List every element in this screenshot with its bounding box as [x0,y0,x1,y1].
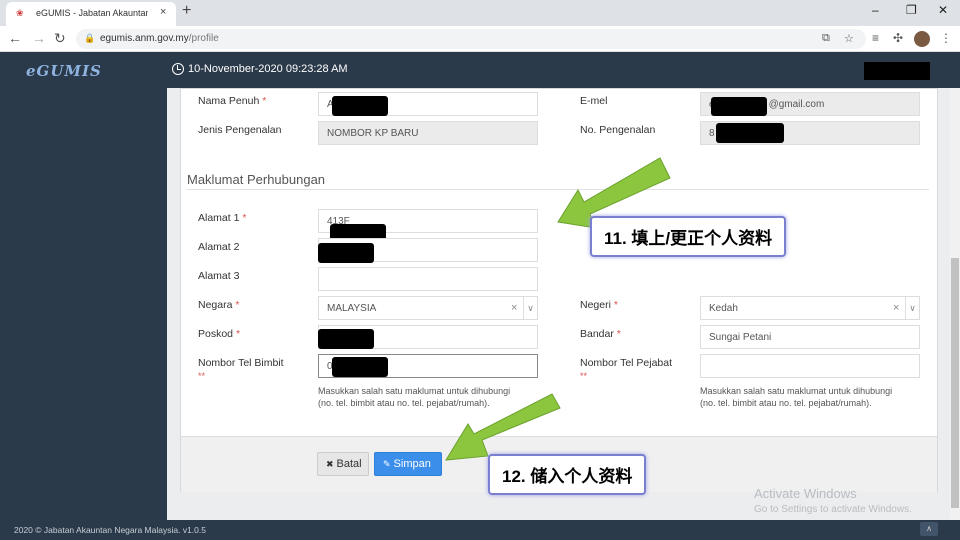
activate-windows-subtitle: Go to Settings to activate Windows. [754,504,912,515]
callout-step12: 12. 储入个人资料 [488,454,647,495]
callout-step11: 11. 填上/更正个人资料 [590,216,787,257]
annotation-arrows [445,157,671,461]
activate-windows-title: Activate Windows [754,486,857,501]
scroll-top-button[interactable]: ∧ [920,522,938,536]
copyright-text: 2020 © Jabatan Akauntan Negara Malaysia.… [14,525,206,535]
arrow-step12 [445,393,561,461]
